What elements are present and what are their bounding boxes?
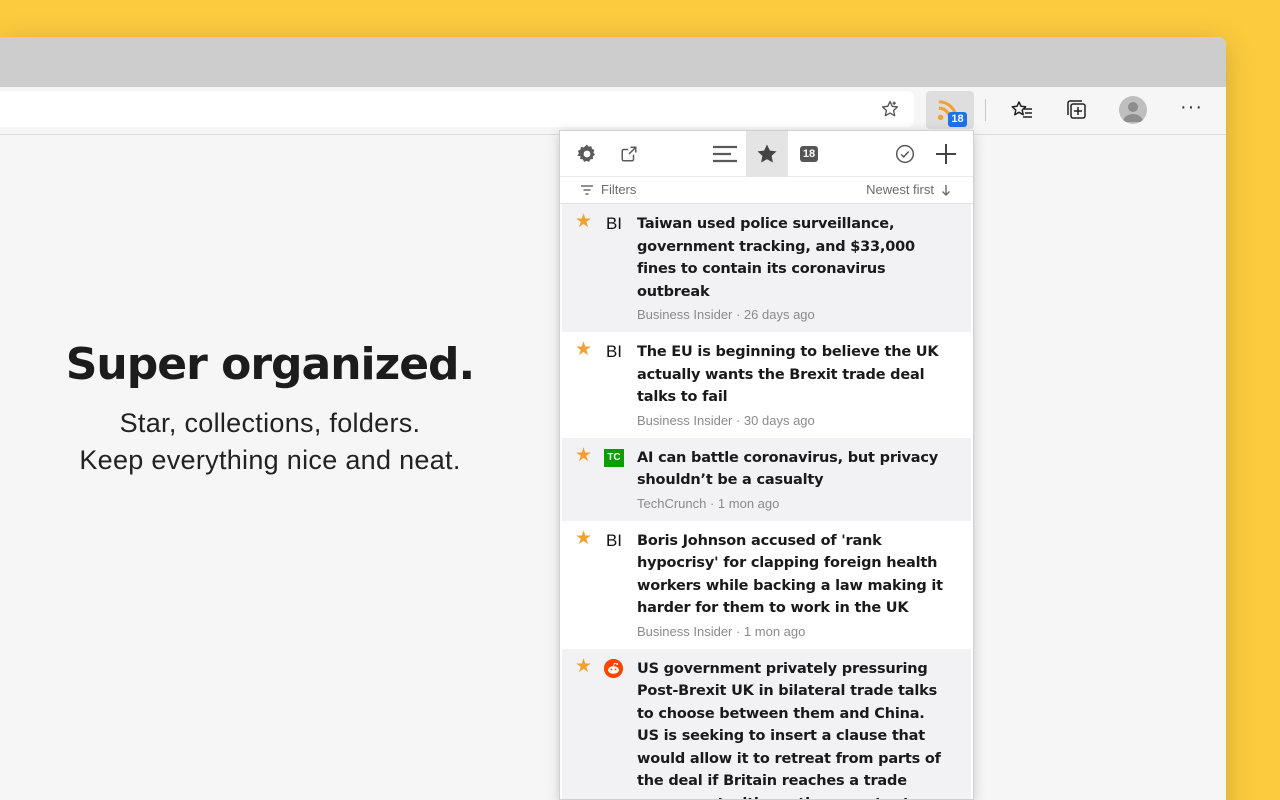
toolbar-divider bbox=[985, 99, 986, 121]
article-title[interactable]: US government privately pressuring Post-… bbox=[637, 658, 951, 800]
reddit-icon bbox=[604, 658, 623, 678]
collections-icon[interactable] bbox=[1065, 98, 1089, 122]
star-icon[interactable]: ★ bbox=[575, 340, 592, 359]
filter-bar: Filters Newest first bbox=[560, 177, 973, 204]
article-item[interactable]: ★ BI Taiwan used police surveillance, go… bbox=[562, 204, 971, 332]
add-feed-button[interactable] bbox=[925, 131, 967, 177]
article-title[interactable]: The EU is beginning to believe the UK ac… bbox=[637, 341, 951, 409]
settings-button[interactable] bbox=[566, 131, 608, 177]
promo-line-1: Star, collections, folders. bbox=[119, 408, 421, 438]
sort-label: Newest first bbox=[866, 182, 934, 197]
article-list: ★ BI Taiwan used police surveillance, go… bbox=[562, 204, 971, 800]
open-external-button[interactable] bbox=[608, 131, 650, 177]
promo-heading: Super organized. bbox=[65, 339, 476, 390]
article-title[interactable]: Boris Johnson accused of 'rank hypocrisy… bbox=[637, 530, 951, 620]
all-articles-button[interactable] bbox=[704, 131, 746, 177]
open-external-icon bbox=[621, 146, 637, 162]
mark-all-read-button[interactable] bbox=[884, 131, 926, 177]
business-insider-logo: BI bbox=[605, 342, 623, 361]
starred-tab-button[interactable] bbox=[746, 131, 788, 177]
address-bar[interactable] bbox=[0, 91, 914, 127]
favorite-star-icon[interactable] bbox=[880, 99, 900, 119]
plus-icon bbox=[936, 144, 956, 164]
promo-text: Super organized. Star, collections, fold… bbox=[40, 337, 500, 479]
count-badge: 18 bbox=[799, 146, 819, 162]
unread-badge: 18 bbox=[948, 112, 967, 127]
promo-line-2: Keep everything nice and neat. bbox=[79, 445, 461, 475]
profile-avatar[interactable] bbox=[1119, 96, 1147, 124]
techcrunch-logo: TC bbox=[604, 448, 624, 467]
star-icon[interactable]: ★ bbox=[575, 446, 592, 465]
article-item[interactable]: ★ US government privately pressuring Pos… bbox=[562, 648, 971, 800]
sort-button[interactable]: Newest first bbox=[866, 182, 951, 197]
arrow-down-icon bbox=[942, 184, 950, 196]
favorites-icon[interactable] bbox=[1010, 98, 1034, 122]
article-meta: TechCrunch · 1 mon ago bbox=[637, 495, 780, 511]
unread-count-button[interactable]: 18 bbox=[788, 131, 830, 177]
article-meta: Business Insider · 30 days ago bbox=[637, 412, 815, 428]
star-icon[interactable]: ★ bbox=[575, 529, 592, 548]
browser-toolbar: 18 ··· bbox=[0, 87, 1226, 135]
star-icon[interactable]: ★ bbox=[575, 657, 592, 676]
gear-icon bbox=[577, 144, 595, 162]
article-item[interactable]: ★ BI Boris Johnson accused of 'rank hypo… bbox=[562, 521, 971, 649]
article-meta: Business Insider · 1 mon ago bbox=[637, 623, 806, 639]
article-title[interactable]: AI can battle coronavirus, but privacy s… bbox=[637, 447, 951, 492]
article-item[interactable]: ★ BI The EU is beginning to believe the … bbox=[562, 332, 971, 438]
feed-popup: 18 Filters Newest first ★ BI Taiwan used… bbox=[559, 130, 974, 800]
filter-icon bbox=[581, 184, 593, 195]
star-icon[interactable]: ★ bbox=[575, 212, 592, 231]
tab-strip bbox=[0, 37, 1226, 87]
business-insider-logo: BI bbox=[605, 214, 623, 233]
rss-extension-button[interactable]: 18 bbox=[926, 91, 974, 129]
filters-label: Filters bbox=[601, 182, 637, 197]
filters-button[interactable]: Filters bbox=[580, 182, 636, 197]
more-menu-icon[interactable]: ··· bbox=[1180, 96, 1204, 120]
article-title[interactable]: Taiwan used police surveillance, governm… bbox=[637, 213, 951, 303]
star-icon bbox=[757, 144, 777, 163]
popup-toolbar: 18 bbox=[560, 131, 973, 177]
check-circle-icon bbox=[895, 144, 915, 164]
article-meta: Business Insider · 26 days ago bbox=[637, 307, 815, 322]
business-insider-logo: BI bbox=[605, 530, 623, 550]
article-item[interactable]: ★ TC AI can battle coronavirus, but priv… bbox=[562, 437, 971, 521]
list-icon bbox=[713, 145, 737, 163]
